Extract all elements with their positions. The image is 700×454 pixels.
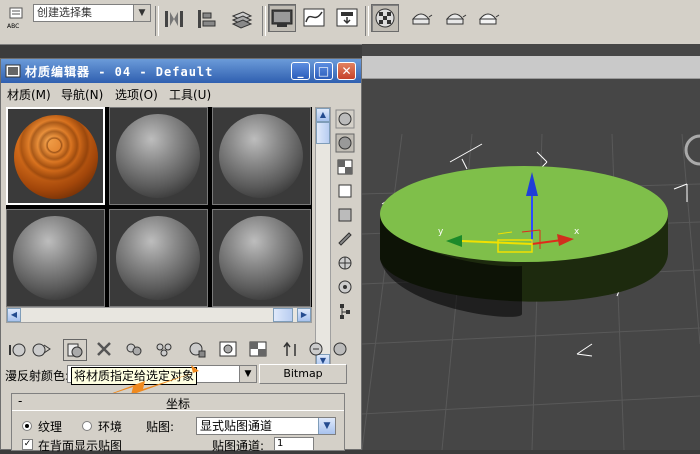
main-toolbar: ABC 创建选择集 ▼ — [0, 0, 700, 45]
sample-type-icon[interactable] — [335, 109, 355, 129]
scroll-right-icon[interactable]: ▶ — [297, 308, 311, 322]
make-unique-icon[interactable] — [153, 339, 175, 359]
material-sphere — [13, 216, 97, 300]
toolbar-separator — [365, 6, 369, 36]
go-forward-to-sibling-icon[interactable] — [305, 339, 327, 359]
abc-label: ABC — [7, 23, 19, 30]
material-editor-icon[interactable] — [268, 4, 296, 32]
material-sphere — [116, 216, 200, 300]
make-preview-icon[interactable] — [335, 229, 355, 249]
put-to-library-icon[interactable] — [185, 339, 207, 359]
environment-radio[interactable] — [82, 421, 92, 431]
toolbar-separator — [262, 6, 266, 36]
put-material-to-scene-icon[interactable] — [31, 339, 53, 359]
background-icon[interactable] — [335, 157, 355, 177]
layer-manager-icon[interactable] — [228, 5, 256, 33]
slot-horizontal-scrollbar[interactable]: ◀ ▶ — [6, 307, 312, 323]
mirror-icon[interactable] — [160, 5, 188, 33]
mapping-dropdown[interactable]: 显式贴图通道 ▼ — [196, 417, 336, 435]
rollout-header[interactable]: - 坐标 — [12, 394, 344, 411]
active-shade-icon[interactable] — [474, 4, 502, 32]
scroll-thumb[interactable] — [273, 308, 293, 322]
scroll-left-icon[interactable]: ◀ — [7, 308, 21, 322]
menu-bar: 材质(M) 导航(N) 选项(O) 工具(U) — [1, 83, 361, 103]
slot-vertical-scrollbar[interactable]: ▲ ▼ — [315, 107, 331, 369]
map-type-button[interactable]: Bitmap — [259, 364, 347, 384]
sample-slot[interactable] — [6, 209, 105, 307]
material-map-navigator-icon[interactable] — [335, 301, 355, 321]
sample-slot[interactable] — [6, 107, 105, 205]
app-icon — [5, 64, 21, 78]
maximize-button[interactable]: □ — [314, 62, 333, 80]
render-frame-icon[interactable] — [407, 4, 435, 32]
coordinates-rollout: - 坐标 纹理 环境 贴图: 显式贴图通道 ▼ ✓ 在背面显示贴图 贴图通道: … — [11, 393, 345, 453]
texture-radio-label: 纹理 — [38, 420, 63, 434]
map-channel-label: 贴图通道: — [212, 439, 265, 453]
named-selection-set-dropdown[interactable]: 创建选择集 ▼ — [33, 4, 151, 22]
toolbar-separator — [155, 6, 159, 36]
texture-radio[interactable] — [22, 421, 32, 431]
chevron-down-icon[interactable]: ▼ — [318, 418, 335, 434]
select-by-material-icon[interactable] — [335, 277, 355, 297]
curve-editor-icon[interactable] — [300, 4, 328, 32]
reset-map-icon[interactable] — [93, 339, 115, 359]
quick-render-icon[interactable] — [441, 4, 469, 32]
close-button[interactable]: ✕ — [337, 62, 356, 80]
environment-radio-label: 环境 — [98, 420, 123, 434]
show-map-in-viewport-icon[interactable] — [247, 339, 269, 359]
go-to-parent-icon[interactable] — [281, 339, 303, 359]
menu-navigation[interactable]: 导航(N) — [61, 86, 103, 103]
menu-material[interactable]: 材质(M) — [7, 86, 51, 103]
sample-slot[interactable] — [212, 107, 311, 205]
sample-slot[interactable] — [109, 209, 208, 307]
select-by-name-icon[interactable]: ABC — [3, 3, 31, 31]
align-icon[interactable] — [193, 5, 221, 33]
perspective-viewport[interactable]: x y — [362, 44, 700, 450]
mapping-label: 贴图: — [146, 420, 175, 434]
options-icon[interactable] — [335, 253, 355, 273]
diffuse-color-label: 漫反射颜色: — [5, 369, 70, 383]
get-material-icon[interactable] — [7, 339, 29, 359]
chevron-down-icon[interactable]: ▼ — [133, 5, 150, 21]
material-sphere — [219, 216, 303, 300]
backlight-icon[interactable] — [335, 133, 355, 153]
uv-tiling-icon[interactable] — [335, 181, 355, 201]
menu-options[interactable]: 选项(O) — [115, 86, 158, 103]
copy-material-icon[interactable] — [123, 339, 145, 359]
rollout-collapse-toggle[interactable]: - — [18, 394, 22, 408]
menu-utilities[interactable]: 工具(U) — [169, 86, 211, 103]
scroll-up-icon[interactable]: ▲ — [316, 108, 330, 122]
rollout-title: 坐标 — [166, 397, 191, 411]
material-id-channel-icon[interactable] — [217, 339, 239, 359]
scroll-thumb[interactable] — [316, 122, 330, 144]
axis-y-label: y — [438, 227, 444, 237]
window-title: 材质编辑器 - 04 - Default — [25, 65, 214, 79]
axis-x-label: x — [574, 227, 580, 237]
title-bar[interactable]: 材质编辑器 - 04 - Default _ □ ✕ — [1, 59, 361, 83]
wood-material-sphere — [14, 115, 98, 199]
viewport-label-bar[interactable] — [362, 56, 700, 79]
minimize-button[interactable]: _ — [291, 62, 310, 80]
map-channel-spinner[interactable]: 1 — [274, 437, 314, 451]
assign-material-to-selection-icon[interactable] — [63, 339, 87, 361]
cylinder-top — [380, 166, 668, 262]
mapping-value: 显式贴图通道 — [200, 419, 273, 433]
sample-slot[interactable] — [109, 107, 208, 205]
named-selection-set-value: 创建选择集 — [37, 6, 92, 19]
show-map-on-back-checkbox[interactable]: ✓ — [22, 439, 33, 450]
render-setup-icon[interactable] — [371, 4, 399, 32]
video-color-check-icon[interactable] — [335, 205, 355, 225]
light-object — [684, 134, 700, 166]
schematic-view-icon[interactable] — [333, 4, 361, 32]
sample-slot[interactable] — [212, 209, 311, 307]
chevron-down-icon[interactable]: ▼ — [239, 366, 256, 382]
sample-slot-grid — [6, 107, 312, 307]
show-map-on-back-label: 在背面显示贴图 — [38, 439, 123, 453]
material-sphere — [219, 114, 303, 198]
material-sphere — [116, 114, 200, 198]
material-editor-window: 材质编辑器 - 04 - Default _ □ ✕ 材质(M) 导航(N) 选… — [0, 58, 362, 453]
material-effects-icon[interactable] — [329, 339, 351, 359]
